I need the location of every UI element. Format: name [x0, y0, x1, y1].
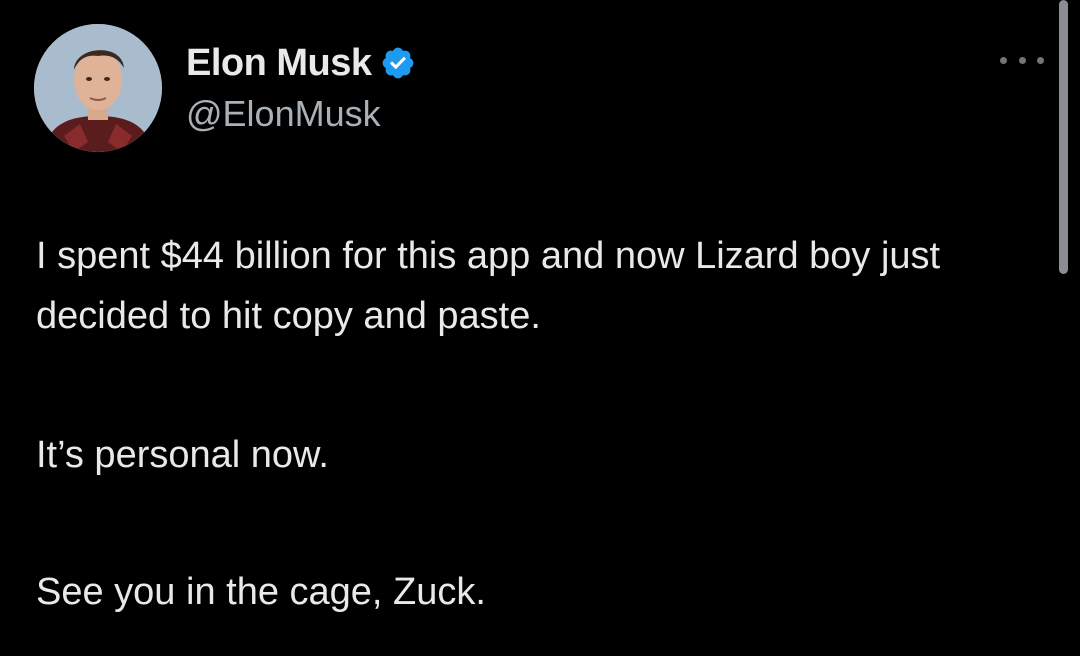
more-dot	[1000, 56, 1007, 64]
verified-badge-icon	[380, 45, 416, 81]
tweet-text-paragraph: It’s personal now.	[36, 434, 329, 476]
author-handle[interactable]: @ElonMusk	[186, 92, 381, 136]
more-dot	[1037, 56, 1044, 64]
tweet-text-paragraph: See you in the cage, Zuck.	[36, 571, 486, 613]
tweet-text-paragraph: I spent $44 billion for this app and now…	[36, 235, 941, 337]
profile-photo-icon	[34, 24, 162, 152]
more-options-icon[interactable]	[1000, 48, 1044, 72]
more-dot	[1018, 56, 1026, 64]
author-name-row: Elon Musk	[186, 40, 416, 86]
avatar[interactable]	[34, 24, 162, 152]
author-display-name[interactable]: Elon Musk	[186, 40, 372, 86]
tweet-card: Elon Musk @ElonMusk I spent $44 billion …	[0, 0, 1080, 656]
scrollbar[interactable]	[1059, 0, 1068, 274]
